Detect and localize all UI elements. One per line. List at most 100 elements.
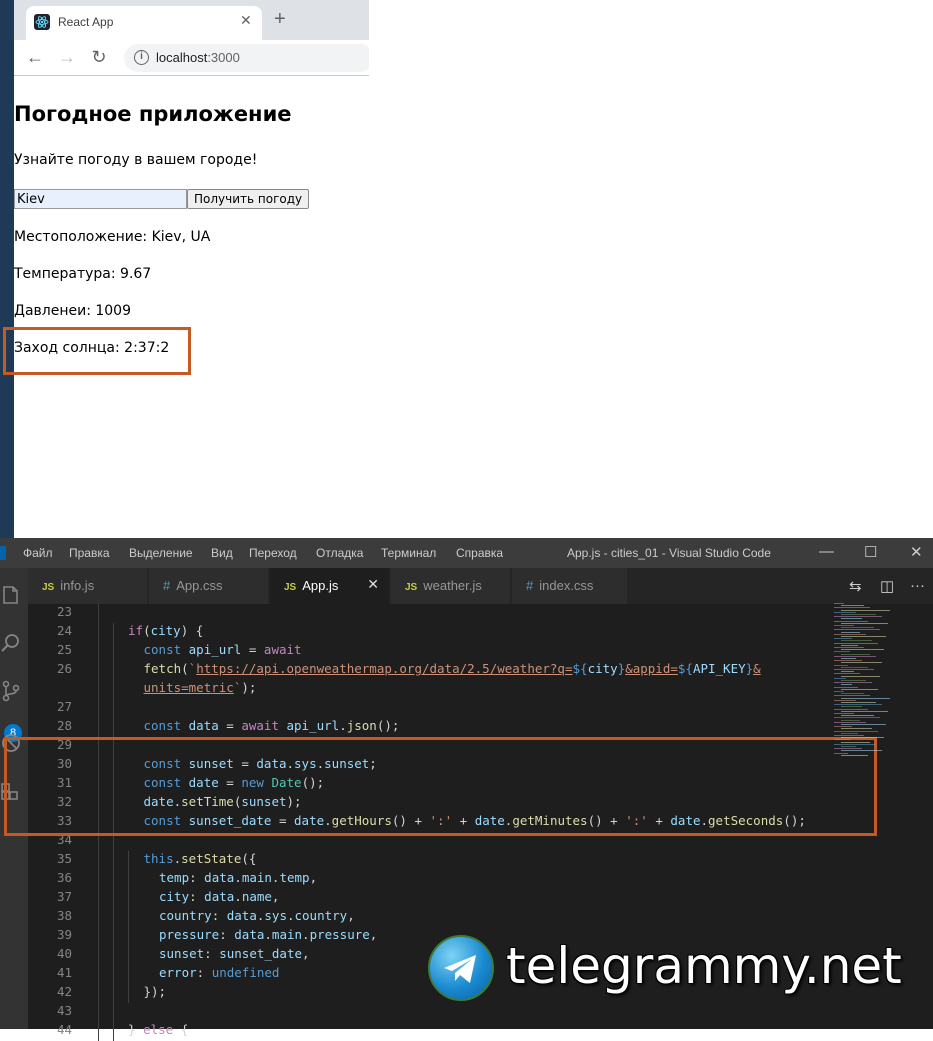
- minimap[interactable]: [830, 603, 900, 763]
- close-tab-icon[interactable]: ✕: [367, 576, 379, 593]
- code-token: .: [173, 851, 182, 866]
- page-title: Погодное приложение: [14, 102, 292, 126]
- minimap-line: [841, 644, 858, 646]
- maximize-icon[interactable]: ☐: [864, 543, 877, 561]
- minimap-line: [841, 732, 858, 734]
- code-line: city: data.name,: [159, 889, 279, 904]
- minimap-line: [834, 607, 870, 609]
- code-token: :: [211, 908, 227, 923]
- open-changes-icon[interactable]: ⇆: [849, 577, 862, 595]
- code-token: {: [173, 1022, 189, 1037]
- split-editor-icon[interactable]: ◫: [880, 577, 894, 595]
- minimap-line: [841, 684, 852, 686]
- tab-index-css[interactable]: # index.css: [512, 568, 628, 604]
- code-token: main: [241, 870, 272, 885]
- code-token: =: [218, 718, 242, 733]
- line-number: 37: [56, 889, 72, 904]
- menu-edit[interactable]: Правка: [69, 546, 110, 560]
- code-line: const data = await api_url.json();: [144, 718, 400, 733]
- menu-help[interactable]: Справка: [456, 546, 503, 560]
- code-token: );: [241, 680, 257, 695]
- js-file-icon: JS: [284, 582, 297, 593]
- code-token: .: [339, 718, 347, 733]
- code-token: await: [241, 718, 287, 733]
- explorer-icon[interactable]: [0, 584, 22, 606]
- line-number: 24: [56, 623, 72, 638]
- minimap-line: [834, 735, 864, 736]
- tab-label: info.js: [60, 578, 95, 593]
- minimap-line: [841, 636, 886, 637]
- code-token: city: [150, 623, 181, 638]
- code-line: temp: data.main.temp,: [159, 870, 317, 885]
- minimap-line: [841, 702, 876, 703]
- minimap-line: [834, 682, 872, 684]
- new-tab-icon[interactable]: +: [274, 8, 286, 31]
- minimap-line: [841, 715, 874, 717]
- minimap-line: [834, 647, 864, 648]
- minimap-line: [834, 660, 862, 662]
- minimap-line: [834, 620, 868, 622]
- menu-file[interactable]: Файл: [23, 546, 53, 560]
- close-window-icon[interactable]: ✕: [910, 543, 923, 561]
- close-tab-icon[interactable]: ✕: [240, 12, 252, 29]
- code-token: setState: [181, 851, 242, 866]
- reload-icon[interactable]: ↻: [88, 47, 110, 68]
- get-weather-button[interactable]: Получить погоду: [187, 189, 310, 209]
- back-icon[interactable]: ←: [24, 47, 46, 68]
- minimap-line: [834, 651, 850, 653]
- minimap-line: [841, 618, 862, 620]
- address-bar[interactable]: i localhost:3000: [124, 44, 374, 72]
- more-actions-icon[interactable]: ···: [910, 577, 925, 594]
- line-number: 26: [56, 661, 72, 676]
- city-input[interactable]: [14, 189, 187, 209]
- tab-label: App.js: [302, 578, 339, 593]
- code-token: (: [143, 623, 151, 638]
- browser-tab[interactable]: React App ✕: [26, 6, 262, 40]
- minimap-line: [841, 680, 866, 681]
- tab-weather-js[interactable]: JS weather.js: [391, 568, 511, 604]
- menu-go[interactable]: Переход: [249, 546, 297, 560]
- tab-info-js[interactable]: JS info.js: [28, 568, 148, 604]
- react-icon: [34, 14, 50, 30]
- minimap-line: [841, 640, 872, 642]
- search-icon[interactable]: [0, 632, 22, 654]
- minimap-line: [834, 752, 848, 754]
- url-text: localhost:3000: [156, 50, 240, 65]
- code-line: country: data.sys.country,: [159, 908, 355, 923]
- code-token: }: [128, 1022, 144, 1037]
- menu-view[interactable]: Вид: [211, 546, 233, 560]
- code-token: const: [143, 642, 189, 657]
- minimap-line: [841, 724, 886, 725]
- tab-app-js[interactable]: JS App.js ✕: [270, 568, 390, 604]
- minimap-line: [841, 614, 876, 615]
- minimap-line: [841, 671, 854, 673]
- menu-terminal[interactable]: Терминал: [381, 546, 436, 560]
- line-number: 38: [56, 908, 72, 923]
- minimap-line: [841, 697, 890, 699]
- minimap-line: [841, 710, 888, 712]
- code-token: city: [587, 661, 618, 676]
- code-token: pressure: [309, 927, 370, 942]
- tab-app-css[interactable]: # App.css: [149, 568, 269, 604]
- code-token: .: [234, 889, 242, 904]
- sunset-highlight-box: [3, 327, 191, 375]
- minimap-line: [841, 688, 878, 690]
- minimap-line: [841, 622, 888, 624]
- menu-selection[interactable]: Выделение: [129, 546, 193, 560]
- line-number: 23: [56, 604, 72, 619]
- code-token: const: [143, 718, 189, 733]
- menu-debug[interactable]: Отладка: [316, 546, 363, 560]
- minimize-icon[interactable]: —: [819, 543, 834, 560]
- code-token: API_KEY: [692, 661, 746, 676]
- code-line: error: undefined: [159, 965, 279, 980]
- forward-icon[interactable]: →: [56, 47, 78, 68]
- minimap-line: [834, 686, 858, 688]
- minimap-line: [841, 605, 864, 607]
- css-file-icon: #: [526, 578, 534, 593]
- code-token: .: [234, 870, 242, 885]
- code-token: api_url: [188, 642, 242, 657]
- minimap-line: [834, 655, 876, 657]
- minimap-line: [841, 653, 870, 655]
- info-icon[interactable]: i: [134, 50, 149, 65]
- source-control-icon[interactable]: [0, 680, 22, 702]
